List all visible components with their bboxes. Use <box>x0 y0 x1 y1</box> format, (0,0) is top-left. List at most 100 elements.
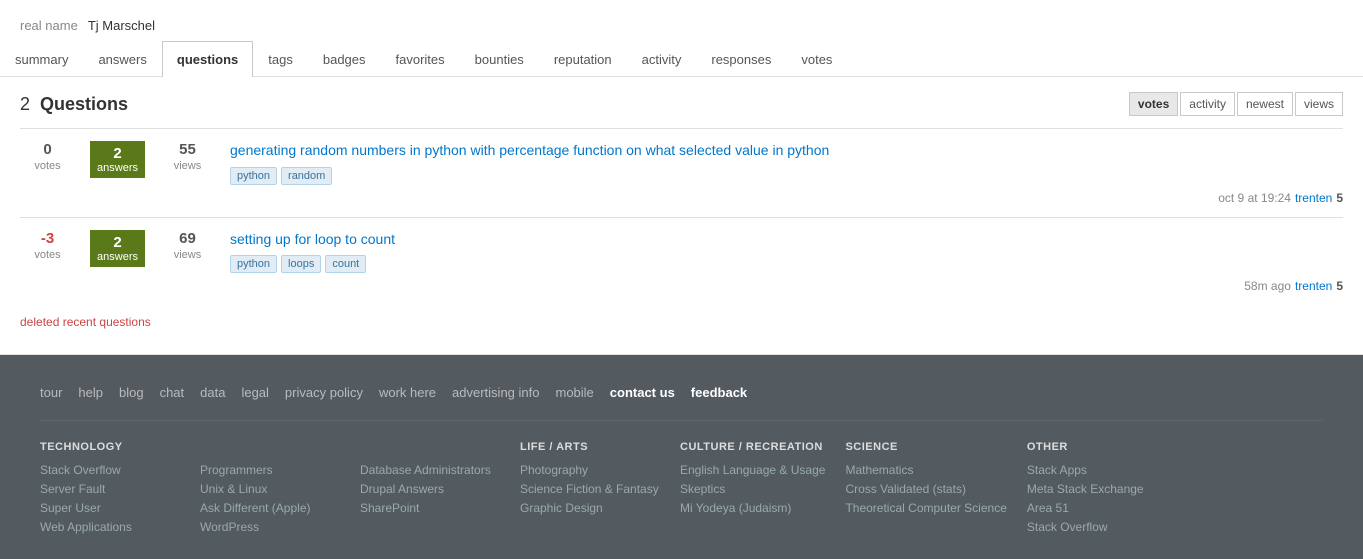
footer-col-link[interactable]: Mi Yodeya (Judaism) <box>680 501 825 515</box>
q-views-stat: 69 views <box>160 230 215 261</box>
questions-title: 2 Questions <box>20 94 128 115</box>
footer-col-link[interactable]: Stack Overflow <box>40 463 180 477</box>
questions-list: 0 votes 2 answers 55 views generating ra… <box>20 128 1343 305</box>
footer-col-link[interactable]: Stack Overflow <box>1027 520 1167 534</box>
question-row-1: -3 votes 2 answers 69 views setting up f… <box>20 217 1343 306</box>
footer-col-header: OTHER <box>1027 441 1167 453</box>
real-name-value: Tj Marschel <box>88 18 155 33</box>
q-meta-date: oct 9 at 19:24 <box>1218 191 1291 205</box>
footer-col-link[interactable]: Graphic Design <box>520 501 660 515</box>
footer-col-5: SCIENCE Mathematics Cross Validated (stats… <box>845 441 1026 539</box>
footer-col-link[interactable]: Server Fault <box>40 482 180 496</box>
tab-favorites[interactable]: favorites <box>381 41 460 77</box>
footer-columns: TECHNOLOGY Stack Overflow Server Fault Supe… <box>40 441 1323 539</box>
footer-col-link[interactable]: English Language & Usage <box>680 463 825 477</box>
q-tag[interactable]: random <box>281 167 332 185</box>
footer-col-2: Database Administrators Drupal Answers Sha… <box>360 441 520 539</box>
sort-buttons: votesactivitynewestviews <box>1129 92 1343 116</box>
footer-col-link[interactable]: Unix & Linux <box>200 482 340 496</box>
footer-col-link[interactable]: Cross Validated (stats) <box>845 482 1006 496</box>
tab-summary[interactable]: summary <box>0 41 83 77</box>
footer-col-link[interactable]: Area 51 <box>1027 501 1167 515</box>
questions-title-text: Questions <box>40 94 128 114</box>
real-name-label: real name <box>20 18 78 33</box>
footer-col-0: TECHNOLOGY Stack Overflow Server Fault Supe… <box>40 441 200 539</box>
q-votes-stat: -3 votes <box>20 230 75 261</box>
footer-col-header: LIFE / ARTS <box>520 441 660 453</box>
tab-responses[interactable]: responses <box>696 41 786 77</box>
footer-col-link[interactable]: Mathematics <box>845 463 1006 477</box>
footer-nav-link[interactable]: feedback <box>691 385 747 400</box>
q-tag[interactable]: loops <box>281 255 321 273</box>
footer-nav-link[interactable]: blog <box>119 385 144 400</box>
q-votes-label: votes <box>34 249 60 261</box>
q-answers-num: 2 <box>96 145 139 162</box>
footer-col-link[interactable]: Theoretical Computer Science <box>845 501 1006 515</box>
footer-nav-link[interactable]: data <box>200 385 225 400</box>
footer-nav-link[interactable]: privacy policy <box>285 385 363 400</box>
q-views-stat: 55 views <box>160 141 215 172</box>
footer-col-link[interactable]: WordPress <box>200 520 340 534</box>
tab-reputation[interactable]: reputation <box>539 41 627 77</box>
q-tag[interactable]: python <box>230 255 277 273</box>
footer-col-link[interactable]: Science Fiction & Fantasy <box>520 482 660 496</box>
q-views-num: 55 <box>179 141 196 158</box>
footer-col-header: CULTURE / RECREATION <box>680 441 825 453</box>
q-meta-user[interactable]: trenten <box>1295 191 1332 205</box>
tab-badges[interactable]: badges <box>308 41 381 77</box>
tab-tags[interactable]: tags <box>253 41 308 77</box>
q-views-label: views <box>174 160 202 172</box>
q-answers-stat: 2 answers <box>90 230 145 267</box>
q-answers-badge: 2 answers <box>90 141 145 178</box>
footer-nav-link[interactable]: work here <box>379 385 436 400</box>
footer-col-link[interactable]: Photography <box>520 463 660 477</box>
deleted-recent-questions-link[interactable]: deleted recent questions <box>20 305 1343 339</box>
q-answers-num: 2 <box>96 234 139 251</box>
footer-col-link[interactable]: Programmers <box>200 463 340 477</box>
footer-col-header: SCIENCE <box>845 441 1006 453</box>
footer-nav-link[interactable]: tour <box>40 385 62 400</box>
q-votes-num: -3 <box>41 230 54 247</box>
footer-nav-link[interactable]: chat <box>160 385 185 400</box>
footer-col-link[interactable]: Skeptics <box>680 482 825 496</box>
footer-col-link[interactable]: SharePoint <box>360 501 500 515</box>
footer-col-link[interactable]: Drupal Answers <box>360 482 500 496</box>
q-tags: pythonloopscount <box>230 255 1343 273</box>
sort-btn-views[interactable]: views <box>1295 92 1343 116</box>
sort-btn-newest[interactable]: newest <box>1237 92 1293 116</box>
q-answers-label: answers <box>96 251 139 263</box>
footer-col-header-empty <box>360 441 500 453</box>
footer-col-link[interactable]: Ask Different (Apple) <box>200 501 340 515</box>
footer-col-6: OTHER Stack Apps Meta Stack Exchange Area 5… <box>1027 441 1187 539</box>
sort-btn-activity[interactable]: activity <box>1180 92 1235 116</box>
q-tags: pythonrandom <box>230 167 1343 185</box>
q-title[interactable]: setting up for loop to count <box>230 230 1343 250</box>
q-title[interactable]: generating random numbers in python with… <box>230 141 1343 161</box>
q-meta-user[interactable]: trenten <box>1295 279 1332 293</box>
tab-bounties[interactable]: bounties <box>460 41 539 77</box>
q-meta-rep: 5 <box>1336 191 1343 205</box>
q-tag[interactable]: count <box>325 255 366 273</box>
sort-btn-votes[interactable]: votes <box>1129 92 1178 116</box>
footer-nav-link[interactable]: contact us <box>610 385 675 400</box>
q-content: setting up for loop to count pythonloops… <box>230 230 1343 294</box>
tab-activity[interactable]: activity <box>627 41 697 77</box>
q-tag[interactable]: python <box>230 167 277 185</box>
footer-nav-link[interactable]: help <box>78 385 103 400</box>
footer-nav-link[interactable]: legal <box>241 385 268 400</box>
footer-col-header: TECHNOLOGY <box>40 441 180 453</box>
tab-answers[interactable]: answers <box>83 41 161 77</box>
footer-nav-link[interactable]: mobile <box>555 385 593 400</box>
footer-col-link[interactable]: Web Applications <box>40 520 180 534</box>
footer-nav-link[interactable]: advertising info <box>452 385 539 400</box>
footer-col-link[interactable]: Database Administrators <box>360 463 500 477</box>
question-row-0: 0 votes 2 answers 55 views generating ra… <box>20 128 1343 217</box>
footer-col-link[interactable]: Stack Apps <box>1027 463 1167 477</box>
q-content: generating random numbers in python with… <box>230 141 1343 205</box>
q-views-label: views <box>174 249 202 261</box>
q-meta: oct 9 at 19:24 trenten 5 <box>230 191 1343 205</box>
tab-votes[interactable]: votes <box>786 41 847 77</box>
footer-col-link[interactable]: Super User <box>40 501 180 515</box>
footer-col-link[interactable]: Meta Stack Exchange <box>1027 482 1167 496</box>
tab-questions[interactable]: questions <box>162 41 253 77</box>
